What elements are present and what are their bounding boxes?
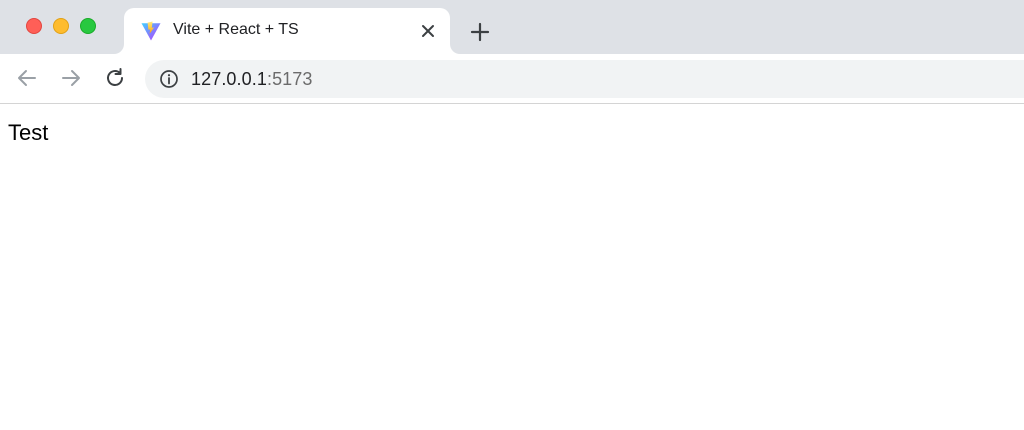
arrow-right-icon[interactable] xyxy=(59,66,83,90)
tab-strip: Vite + React + TS xyxy=(0,0,1024,54)
window-minimize-button[interactable] xyxy=(53,18,69,34)
tab-active[interactable]: Vite + React + TS xyxy=(124,8,450,54)
arrow-left-icon[interactable] xyxy=(15,66,39,90)
plus-icon[interactable] xyxy=(469,21,491,43)
tab-title: Vite + React + TS xyxy=(173,21,299,38)
address-bar[interactable]: 127.0.0.1:5173 xyxy=(145,60,1024,98)
reload-icon[interactable] xyxy=(103,66,127,90)
vite-logo-icon xyxy=(141,21,161,41)
page-text: Test xyxy=(8,120,49,145)
url-host: 127.0.0.1 xyxy=(191,69,267,89)
close-icon[interactable] xyxy=(419,22,437,40)
window-close-button[interactable] xyxy=(26,18,42,34)
address-url[interactable]: 127.0.0.1:5173 xyxy=(191,69,313,90)
browser-window: Vite + React + TS 127.0.0.1:5173 Test xyxy=(0,0,1024,430)
browser-toolbar: 127.0.0.1:5173 xyxy=(0,54,1024,104)
window-maximize-button[interactable] xyxy=(80,18,96,34)
info-icon[interactable] xyxy=(159,69,179,89)
url-port: :5173 xyxy=(266,69,313,89)
page-content: Test xyxy=(0,104,1024,430)
